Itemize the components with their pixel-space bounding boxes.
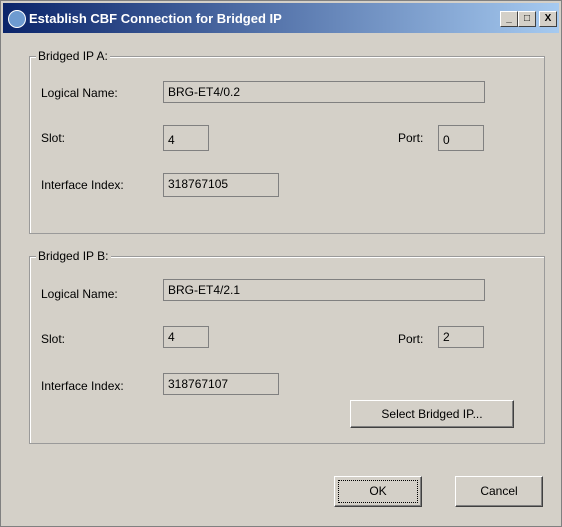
port-field[interactable]: 0	[438, 125, 484, 151]
slot-field[interactable]: 4	[163, 125, 209, 151]
select-bridged-ip-button[interactable]: Select Bridged IP...	[350, 400, 514, 428]
slot-label: Slot:	[41, 332, 66, 346]
port-field[interactable]: 2	[438, 326, 484, 348]
slot-label: Slot:	[41, 131, 66, 145]
interface-index-label: Interface Index:	[41, 379, 124, 393]
logical-name-label: Logical Name:	[41, 86, 118, 100]
logical-name-field[interactable]: BRG-ET4/0.2	[163, 81, 485, 103]
port-label: Port:	[398, 332, 424, 346]
bridged-ip-a-legend: Bridged IP A:	[36, 49, 110, 63]
interface-index-field[interactable]: 318767107	[163, 373, 279, 395]
title-bar[interactable]: Establish CBF Connection for Bridged IP …	[3, 3, 559, 33]
interface-index-label: Interface Index:	[41, 178, 124, 192]
slot-field[interactable]: 4	[163, 326, 209, 348]
dialog-window: Establish CBF Connection for Bridged IP …	[0, 0, 562, 527]
bridged-ip-a-group: Bridged IP A: Logical Name: BRG-ET4/0.2 …	[29, 49, 545, 234]
bridged-ip-b-group: Bridged IP B: Logical Name: BRG-ET4/2.1 …	[29, 249, 545, 444]
maximize-button[interactable]: □	[518, 11, 536, 27]
logical-name-field[interactable]: BRG-ET4/2.1	[163, 279, 485, 301]
close-button[interactable]: X	[539, 11, 557, 27]
interface-index-field[interactable]: 318767105	[163, 173, 279, 197]
bridged-ip-b-legend: Bridged IP B:	[36, 249, 111, 263]
window-title: Establish CBF Connection for Bridged IP	[29, 11, 282, 26]
ok-button[interactable]: OK	[334, 476, 422, 507]
cancel-button[interactable]: Cancel	[455, 476, 543, 507]
minimize-button[interactable]: _	[500, 11, 518, 27]
logical-name-label: Logical Name:	[41, 287, 118, 301]
port-label: Port:	[398, 131, 424, 145]
app-icon	[8, 10, 26, 28]
